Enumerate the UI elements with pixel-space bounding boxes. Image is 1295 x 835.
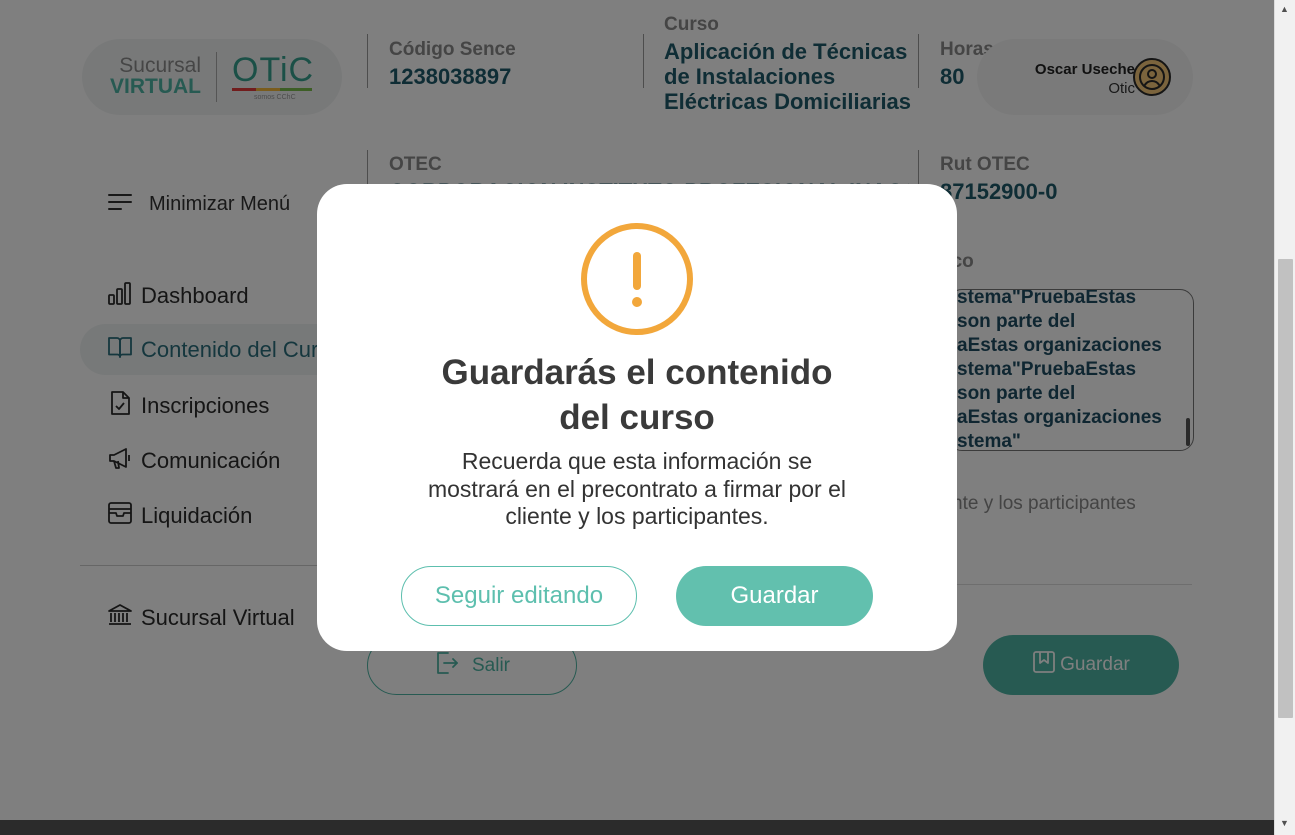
bottom-bar <box>0 820 1274 835</box>
continue-editing-button[interactable]: Seguir editando <box>401 566 637 626</box>
dialog-title: Guardarás el contenido del curso <box>441 353 833 437</box>
scroll-down-arrow-icon[interactable]: ▼ <box>1280 818 1289 828</box>
warning-circle-icon <box>580 222 694 336</box>
dialog-message: Recuerda que esta información se mostrar… <box>427 448 846 529</box>
scroll-up-arrow-icon[interactable]: ▲ <box>1280 4 1289 14</box>
page-scrollbar[interactable]: ▲ ▼ <box>1274 0 1295 835</box>
confirm-save-button[interactable]: Guardar <box>676 566 873 626</box>
scrollbar-thumb[interactable] <box>1278 259 1293 718</box>
confirm-save-dialog: Guardarás el contenido del curso Recuerd… <box>317 184 957 651</box>
